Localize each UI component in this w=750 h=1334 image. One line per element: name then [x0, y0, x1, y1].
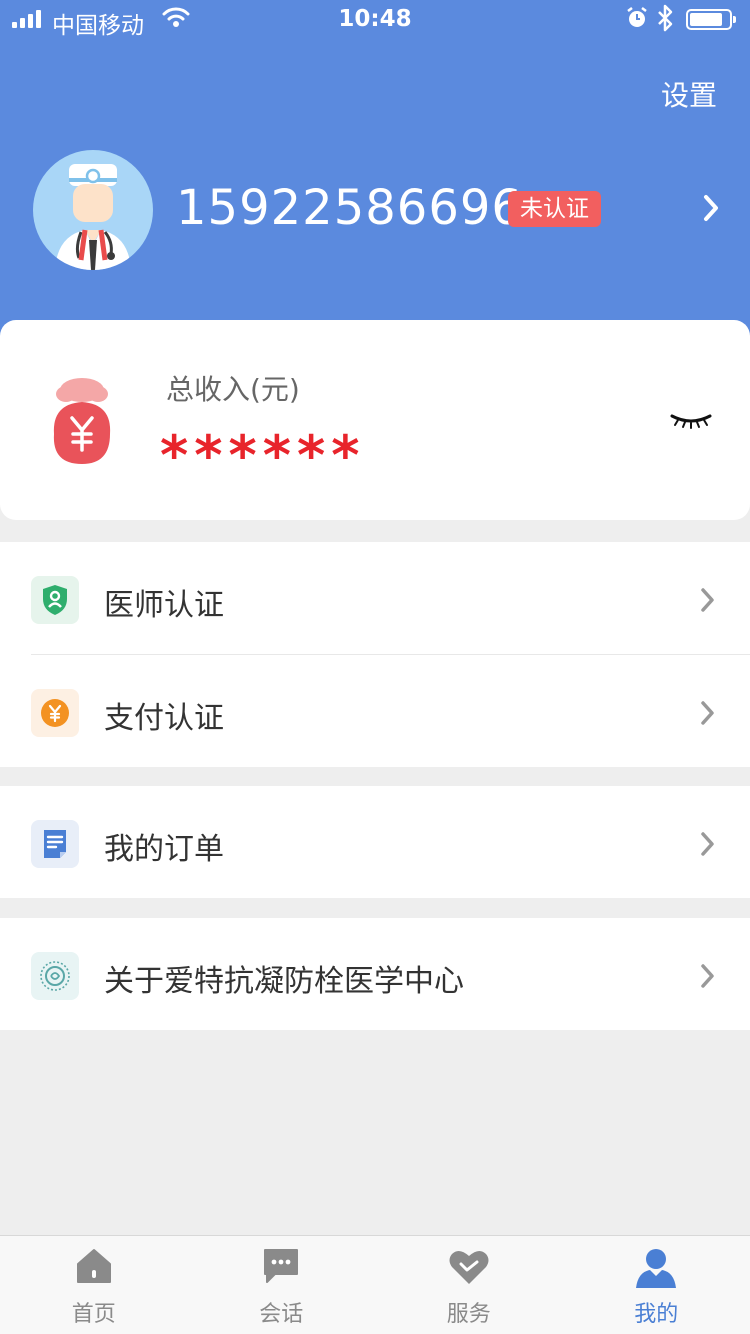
about-center-row[interactable]: 关于爱特抗凝防栓医学中心 — [0, 918, 750, 1030]
settings-link[interactable]: 设置 — [661, 74, 717, 114]
chevron-right-icon — [701, 832, 714, 856]
chat-bubble-icon — [264, 1249, 299, 1283]
tab-home[interactable]: 首页 — [0, 1236, 188, 1334]
tab-chat[interactable]: 会话 — [188, 1236, 376, 1334]
certification-group: 医师认证 支付认证 — [0, 542, 750, 767]
chevron-right-icon — [701, 964, 714, 988]
money-bag-icon — [53, 378, 111, 464]
doctor-certification-row[interactable]: 医师认证 — [0, 542, 750, 654]
shield-icon — [31, 576, 79, 624]
tab-service-label: 服务 — [446, 1302, 491, 1327]
profile-header: 中国移动 10:48 设置 15922586696 未认证 — [0, 0, 750, 340]
heart-icon — [449, 1250, 489, 1284]
battery-icon — [686, 9, 736, 30]
chevron-right-icon — [701, 701, 714, 725]
payment-certification-label: 支付认证 — [104, 701, 224, 736]
my-orders-row[interactable]: 我的订单 — [0, 786, 750, 898]
tab-chat-label: 会话 — [259, 1302, 304, 1327]
tab-home-label: 首页 — [71, 1302, 116, 1327]
total-income-masked-value: ****** — [160, 424, 366, 487]
home-icon — [76, 1249, 111, 1283]
user-phone-number: 15922586696 — [176, 180, 523, 236]
user-profile-icon — [636, 1249, 677, 1288]
yuan-coin-icon — [31, 689, 79, 737]
tab-mine[interactable]: 我的 — [563, 1236, 750, 1334]
eye-closed-icon[interactable] — [670, 412, 712, 432]
alarm-icon — [627, 7, 647, 27]
chevron-right-icon — [701, 588, 714, 612]
bottom-tab-bar: 首页 会话 服务 我的 — [0, 1235, 750, 1334]
doctor-avatar[interactable] — [33, 150, 153, 270]
tab-mine-label: 我的 — [634, 1302, 679, 1327]
tab-service[interactable]: 服务 — [375, 1236, 563, 1334]
chevron-right-icon[interactable] — [700, 193, 722, 223]
total-income-label: 总收入(元) — [166, 373, 300, 406]
doctor-certification-label: 医师认证 — [104, 588, 224, 623]
center-logo-icon — [31, 952, 79, 1000]
doctor-avatar-illustration — [55, 164, 131, 270]
orders-group: 我的订单 — [0, 786, 750, 898]
income-card: 总收入(元) ****** — [0, 320, 750, 520]
order-document-icon — [31, 820, 79, 868]
status-bar: 中国移动 10:48 — [0, 0, 750, 40]
about-center-label: 关于爱特抗凝防栓医学中心 — [104, 964, 464, 999]
about-group: 关于爱特抗凝防栓医学中心 — [0, 918, 750, 1030]
my-orders-label: 我的订单 — [104, 832, 224, 867]
bluetooth-icon — [658, 4, 673, 32]
payment-certification-row[interactable]: 支付认证 — [0, 655, 750, 767]
verification-status-badge: 未认证 — [508, 191, 601, 227]
